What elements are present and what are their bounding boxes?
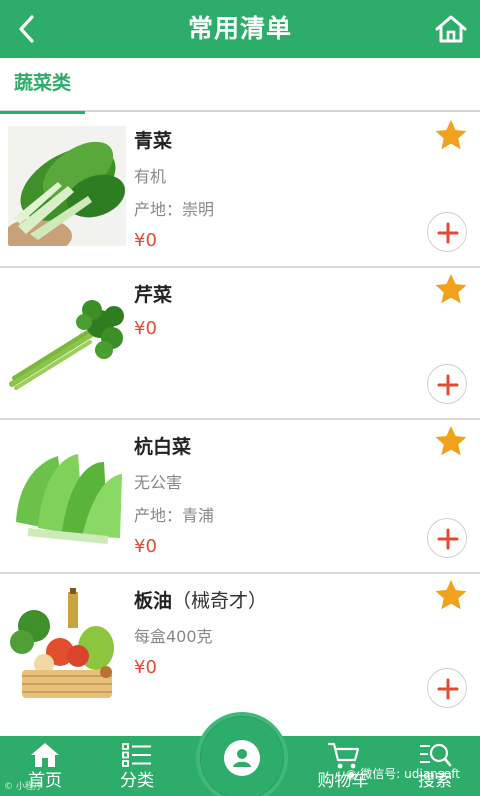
- product-item[interactable]: 杭白菜 无公害 产地：青浦 ¥0: [0, 420, 480, 574]
- nav-category[interactable]: 分类: [92, 736, 182, 796]
- favorite-star-icon[interactable]: [434, 118, 468, 152]
- plus-icon: [437, 528, 459, 550]
- product-image: [8, 280, 126, 400]
- product-image: [8, 126, 126, 246]
- product-info: 芹菜 ¥0: [134, 280, 400, 344]
- product-image: [8, 432, 126, 552]
- product-name-row: 板油（械奇才）: [134, 586, 400, 620]
- favorite-star-icon[interactable]: [434, 272, 468, 306]
- add-to-cart-button[interactable]: [427, 364, 467, 404]
- watermark-text: 微信号: udiansoft: [360, 767, 460, 781]
- product-tag: 有机: [134, 167, 167, 186]
- product-tag: 无公害: [134, 473, 183, 492]
- product-info: 青菜 有机 产地：崇明 ¥0: [134, 126, 400, 256]
- wechat-icon: ◉: [346, 767, 361, 781]
- product-info: 杭白菜 无公害 产地：青浦 ¥0: [134, 432, 400, 562]
- product-origin: 产地：青浦: [134, 506, 215, 525]
- favorite-star-icon[interactable]: [434, 578, 468, 612]
- list-icon: [122, 743, 151, 767]
- product-name-suffix: （械奇才）: [172, 590, 268, 612]
- profile-button[interactable]: [196, 712, 288, 796]
- product-list: 青菜 有机 产地：崇明 ¥0 芹菜 ¥0 杭白菜 无公害 产地：青浦 ¥0 板油…: [0, 114, 480, 716]
- tab-label: 蔬菜类: [14, 72, 72, 94]
- tab-vegetables[interactable]: 蔬菜类: [0, 58, 86, 114]
- user-icon-bg: [224, 740, 260, 776]
- product-item[interactable]: 板油（械奇才） 每盒400克 ¥0: [0, 574, 480, 716]
- product-item[interactable]: 青菜 有机 产地：崇明 ¥0: [0, 114, 480, 268]
- product-tag: 每盒400克: [134, 627, 213, 646]
- product-name: 芹菜: [134, 284, 173, 306]
- app-screen: 常用清单 蔬菜类 青菜 有机 产地：崇明 ¥0 芹菜 ¥0 杭白菜 无公害 产地…: [0, 0, 480, 796]
- watermark-left: © 小程序: [4, 782, 43, 792]
- home-icon: [435, 15, 467, 43]
- product-name: 杭白菜: [134, 436, 192, 458]
- top-bar: 常用清单: [0, 0, 480, 58]
- product-item[interactable]: 芹菜 ¥0: [0, 268, 480, 420]
- plus-icon: [437, 222, 459, 244]
- page-title: 常用清单: [187, 14, 292, 43]
- product-origin: 产地：崇明: [134, 200, 215, 219]
- favorite-star-icon[interactable]: [434, 424, 468, 458]
- home-button[interactable]: [432, 10, 470, 48]
- product-info: 板油（械奇才） 每盒400克 ¥0: [134, 586, 400, 683]
- plus-icon: [437, 678, 459, 700]
- add-to-cart-button[interactable]: [427, 518, 467, 558]
- user-icon: [233, 749, 251, 767]
- nav-label: 分类: [120, 771, 154, 791]
- plus-icon: [437, 374, 459, 396]
- add-to-cart-button[interactable]: [427, 212, 467, 252]
- home-icon: [31, 743, 59, 767]
- product-image: [8, 586, 126, 706]
- product-name: 板油: [134, 590, 173, 612]
- product-name: 青菜: [134, 130, 173, 152]
- product-price: ¥0: [134, 657, 157, 678]
- product-price: ¥0: [134, 536, 157, 557]
- add-to-cart-button[interactable]: [427, 668, 467, 708]
- product-price: ¥0: [134, 230, 157, 251]
- product-price: ¥0: [134, 318, 157, 339]
- category-tabs: 蔬菜类: [0, 58, 480, 114]
- watermark-right: ◉ 微信号: udiansoft: [346, 766, 460, 782]
